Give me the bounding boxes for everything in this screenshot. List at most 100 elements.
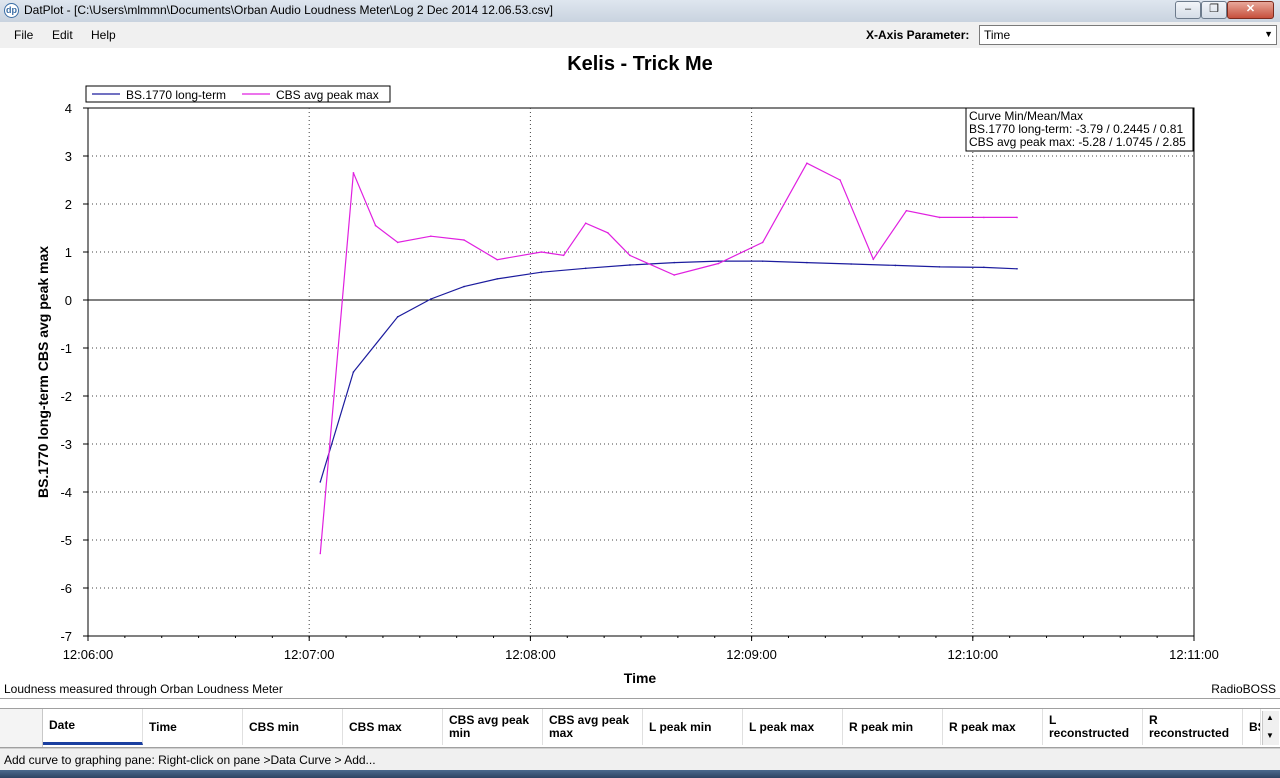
stats-line: CBS avg peak max: -5.28 / 1.0745 / 2.85: [969, 135, 1186, 149]
series-1-point: [761, 241, 764, 244]
y-tick-label: 1: [65, 245, 72, 260]
stats-title: Curve Min/Mean/Max: [969, 109, 1083, 123]
scroll-down-icon[interactable]: ▼: [1266, 731, 1274, 740]
window-title: DatPlot - [C:\Users\mlmmn\Documents\Orba…: [24, 3, 553, 17]
y-tick-label: -1: [60, 341, 72, 356]
series-0-point: [938, 266, 941, 268]
y-tick-label: -4: [60, 485, 72, 500]
series-1-point: [430, 235, 432, 237]
series-1-point: [352, 172, 355, 174]
series-1-point: [717, 262, 720, 265]
series-0-point: [430, 298, 432, 300]
series-0-point: [463, 285, 465, 288]
grid-column-header[interactable]: L reconstructed: [1043, 709, 1143, 745]
x-tick-label: 12:11:00: [1169, 647, 1219, 662]
x-tick-label: 12:08:00: [505, 647, 556, 662]
x-tick-label: 12:07:00: [284, 647, 335, 662]
chart: Kelis - Trick Me 12:06:00 12:07:00 12:08:00…: [35, 53, 1219, 686]
series-0-point: [850, 263, 852, 265]
grid-scrollbar[interactable]: ▲ ▼: [1262, 711, 1279, 745]
series-0-point: [806, 261, 808, 264]
y-tick-label: -2: [60, 389, 72, 404]
grid-column-header[interactable]: R peak min: [843, 709, 943, 745]
y-tick-label: -5: [60, 533, 72, 548]
menu-file[interactable]: File: [14, 28, 33, 42]
grid-column-header[interactable]: BS: [1243, 709, 1261, 745]
series-1-point: [562, 254, 565, 257]
series-1-point: [584, 222, 587, 224]
legend-label: BS.1770 long-term: [126, 88, 226, 102]
series-1-point: [872, 258, 875, 260]
footer-brand: RadioBOSS: [1211, 682, 1276, 696]
series-1-point: [839, 179, 841, 181]
grid-column-header[interactable]: L peak max: [743, 709, 843, 745]
series-1-point: [905, 209, 908, 212]
series-0-point: [983, 266, 985, 269]
data-grid-header: Date Time CBS min CBS max CBS avg peak min CB…: [0, 708, 1280, 748]
x-axis-parameter-value: Time: [984, 28, 1011, 42]
menu-help[interactable]: Help: [91, 28, 116, 42]
x-tick-label: 12:06:00: [63, 647, 114, 662]
y-tick-label: -7: [60, 629, 72, 644]
y-tick-label: 3: [65, 149, 72, 164]
series-1-point: [496, 258, 499, 261]
series-0-point: [396, 316, 399, 318]
close-button[interactable]: ✕: [1227, 1, 1274, 19]
series-1-point: [806, 162, 808, 164]
series-0-point: [761, 260, 764, 262]
series-1-point: [319, 552, 322, 555]
series-1-point: [938, 216, 941, 219]
menu-edit[interactable]: Edit: [52, 28, 73, 42]
series-0-point: [629, 264, 631, 266]
menu-bar: File Edit Help X-Axis Parameter: Time ▼: [0, 22, 1280, 49]
series-1-point: [540, 251, 543, 253]
series-1-point: [374, 224, 377, 227]
series-0-point: [352, 371, 355, 373]
grid-column-header[interactable]: L peak min: [643, 709, 743, 745]
grid-column-header[interactable]: R reconstructed: [1143, 709, 1243, 745]
y-tick-label: 4: [65, 101, 72, 116]
taskbar: [0, 770, 1280, 778]
x-axis-parameter-select[interactable]: Time ▼: [979, 25, 1277, 45]
series-0-point: [496, 278, 499, 280]
x-axis-label: Time: [624, 670, 657, 686]
x-axis-parameter-label: X-Axis Parameter:: [866, 28, 970, 42]
chart-title: Kelis - Trick Me: [567, 53, 713, 75]
stats-line: BS.1770 long-term: -3.79 / 0.2445 / 0.81: [969, 122, 1183, 136]
series-1-point: [673, 274, 675, 276]
grid-column-header[interactable]: CBS avg peak min: [443, 709, 543, 745]
y-tick-label: -6: [60, 581, 72, 596]
plot-frame: [87, 107, 1195, 637]
series-0-point: [894, 264, 897, 267]
app-icon: dp: [4, 3, 19, 18]
series-0-point: [1016, 268, 1018, 270]
series-1-point: [1016, 216, 1018, 219]
series-0-point: [319, 481, 322, 483]
y-tick-label: 2: [65, 197, 72, 212]
series-1-point: [629, 254, 631, 257]
minimize-button[interactable]: ‒: [1175, 1, 1201, 19]
grid-column-header[interactable]: Date: [43, 709, 143, 745]
footer-note: Loudness measured through Orban Loudness…: [4, 682, 283, 696]
series-1-point: [396, 241, 399, 244]
maximize-button[interactable]: ❐: [1201, 1, 1227, 19]
series-1-point: [983, 216, 985, 219]
grid-column-header[interactable]: Time: [143, 709, 243, 745]
series-1-point: [607, 232, 609, 234]
status-bar: Add curve to graphing pane: Right-click …: [0, 748, 1280, 771]
y-tick-label: 0: [65, 293, 72, 308]
grid-column-header[interactable]: CBS avg peak max: [543, 709, 643, 745]
grid-column-header[interactable]: CBS max: [343, 709, 443, 745]
legend-label: CBS avg peak max: [276, 88, 379, 102]
grid-column-header[interactable]: R peak max: [943, 709, 1043, 745]
x-tick-label: 12:09:00: [726, 647, 777, 662]
grid-column-header[interactable]: CBS min: [243, 709, 343, 745]
series-1-point: [463, 239, 465, 241]
series-0-point: [540, 271, 543, 273]
y-tick-label: -3: [60, 437, 72, 452]
y-axis-label: BS.1770 long-term CBS avg peak max: [35, 246, 51, 498]
scroll-up-icon[interactable]: ▲: [1266, 713, 1274, 722]
graph-pane[interactable]: Kelis - Trick Me 12:06:00 12:07:00 12:08:00…: [0, 48, 1280, 699]
title-bar: dp DatPlot - [C:\Users\mlmmn\Documents\O…: [0, 0, 1280, 23]
grid-row-header: [0, 709, 43, 747]
